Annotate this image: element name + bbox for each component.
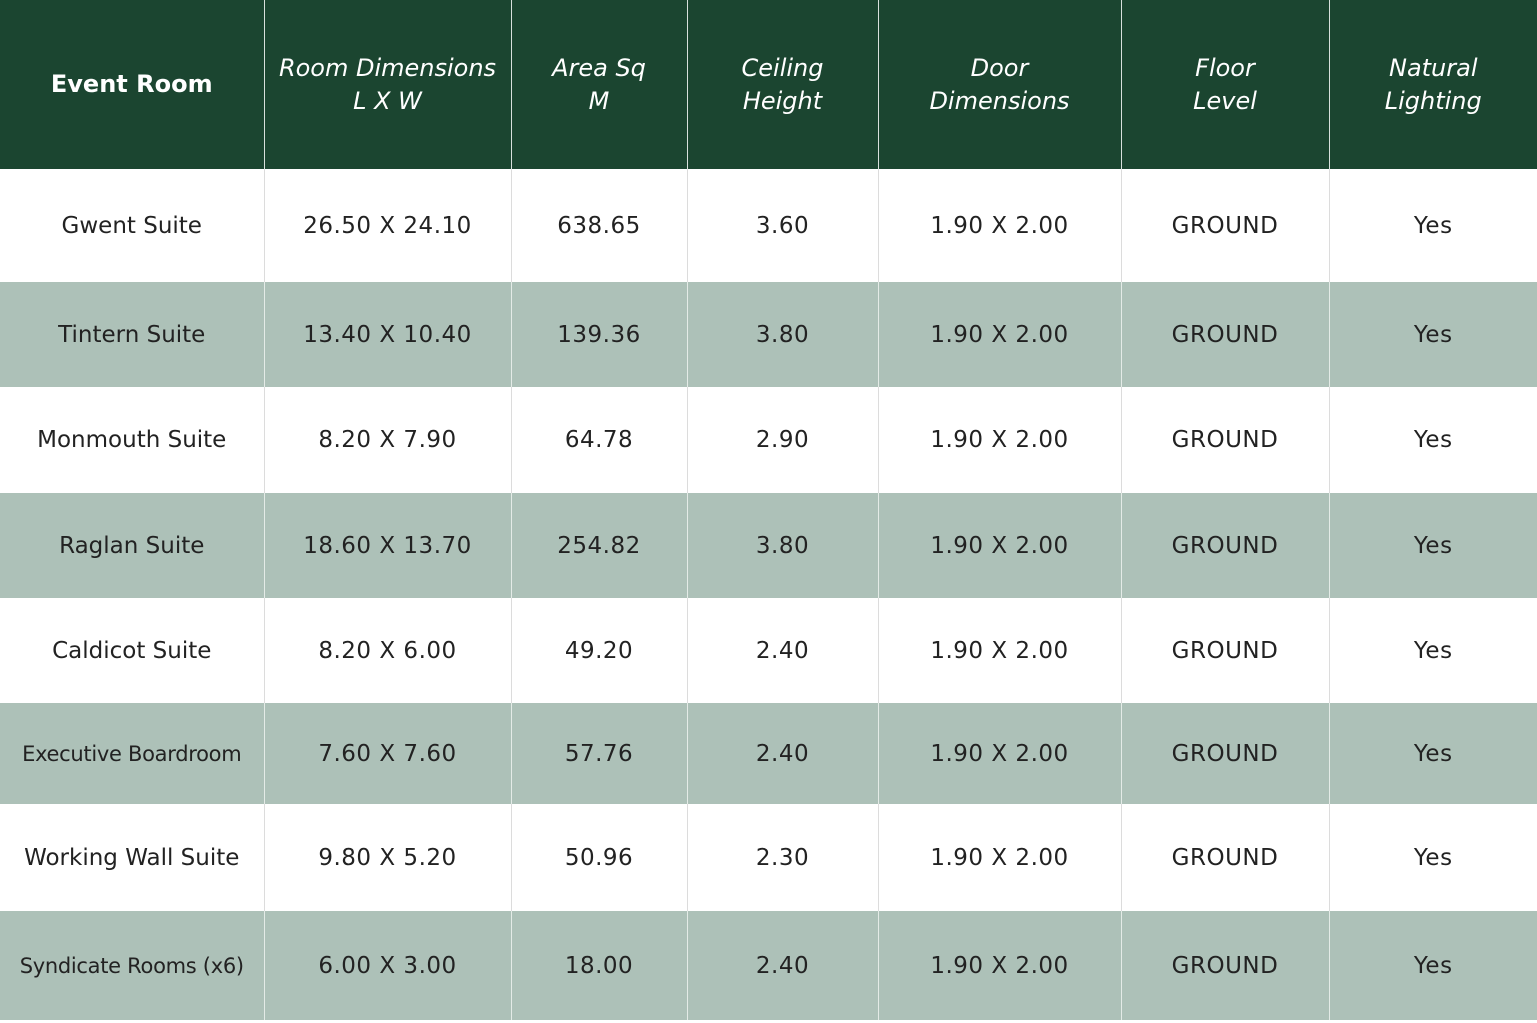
area-cell: 18.00 bbox=[510, 911, 687, 1020]
ceiling-height-cell: 3.60 bbox=[686, 169, 878, 282]
header-line: Height bbox=[742, 86, 823, 115]
header-line: Door bbox=[970, 53, 1029, 82]
natural-lighting-cell: Yes bbox=[1328, 703, 1537, 804]
door-dimensions-cell: 1.90 X 2.00 bbox=[877, 598, 1121, 703]
header-door-dimensions: Door Dimensions bbox=[877, 0, 1121, 169]
door-dimensions-cell: 1.90 X 2.00 bbox=[877, 387, 1121, 493]
header-area: Area Sq M bbox=[510, 0, 687, 169]
room-dimensions-cell: 13.40 X 10.40 bbox=[263, 282, 511, 387]
table-row: Working Wall Suite 9.80 X 5.20 50.96 2.3… bbox=[0, 804, 1537, 911]
natural-lighting-cell: Yes bbox=[1328, 598, 1537, 703]
header-line: M bbox=[588, 86, 610, 115]
room-dimensions-cell: 6.00 X 3.00 bbox=[263, 911, 511, 1020]
room-dimensions-cell: 8.20 X 6.00 bbox=[263, 598, 511, 703]
table-row: Syndicate Rooms (x6) 6.00 X 3.00 18.00 2… bbox=[0, 911, 1537, 1020]
floor-level-cell: GROUND bbox=[1120, 493, 1329, 598]
room-name-cell: Tintern Suite bbox=[0, 282, 264, 387]
natural-lighting-cell: Yes bbox=[1328, 282, 1537, 387]
header-line: Room Dimensions bbox=[278, 53, 497, 82]
natural-lighting-cell: Yes bbox=[1328, 387, 1537, 493]
area-cell: 57.76 bbox=[510, 703, 687, 804]
ceiling-height-cell: 2.30 bbox=[686, 804, 878, 911]
header-line: Natural bbox=[1388, 53, 1478, 82]
floor-level-cell: GROUND bbox=[1120, 911, 1329, 1020]
room-dimensions-cell: 8.20 X 7.90 bbox=[263, 387, 511, 493]
table-row: Raglan Suite 18.60 X 13.70 254.82 3.80 1… bbox=[0, 493, 1537, 598]
header-line: Lighting bbox=[1384, 86, 1482, 115]
ceiling-height-cell: 3.80 bbox=[686, 282, 878, 387]
room-name-cell: Working Wall Suite bbox=[0, 804, 264, 911]
door-dimensions-cell: 1.90 X 2.00 bbox=[877, 804, 1121, 911]
header-floor-level: Floor Level bbox=[1120, 0, 1329, 169]
area-cell: 139.36 bbox=[510, 282, 687, 387]
area-cell: 49.20 bbox=[510, 598, 687, 703]
table-row: Executive Boardroom 7.60 X 7.60 57.76 2.… bbox=[0, 703, 1537, 804]
natural-lighting-cell: Yes bbox=[1328, 804, 1537, 911]
door-dimensions-cell: 1.90 X 2.00 bbox=[877, 282, 1121, 387]
header-room-dimensions: Room Dimensions L X W bbox=[263, 0, 511, 169]
natural-lighting-cell: Yes bbox=[1328, 169, 1537, 282]
room-name-cell: Monmouth Suite bbox=[0, 387, 264, 493]
table-row: Tintern Suite 13.40 X 10.40 139.36 3.80 … bbox=[0, 282, 1537, 387]
area-cell: 64.78 bbox=[510, 387, 687, 493]
ceiling-height-cell: 3.80 bbox=[686, 493, 878, 598]
header-line: Level bbox=[1193, 86, 1257, 115]
room-name-cell: Executive Boardroom bbox=[0, 703, 264, 804]
door-dimensions-cell: 1.90 X 2.00 bbox=[877, 703, 1121, 804]
room-name-cell: Raglan Suite bbox=[0, 493, 264, 598]
floor-level-cell: GROUND bbox=[1120, 598, 1329, 703]
room-dimensions-cell: 26.50 X 24.10 bbox=[263, 169, 511, 282]
header-natural-lighting: Natural Lighting bbox=[1328, 0, 1537, 169]
event-room-table: Event Room Room Dimensions L X W Area Sq… bbox=[0, 0, 1537, 1020]
header-event-room: Event Room bbox=[0, 0, 264, 169]
table-row: Caldicot Suite 8.20 X 6.00 49.20 2.40 1.… bbox=[0, 598, 1537, 703]
header-line: Area Sq bbox=[552, 53, 646, 82]
area-cell: 638.65 bbox=[510, 169, 687, 282]
area-cell: 254.82 bbox=[510, 493, 687, 598]
ceiling-height-cell: 2.90 bbox=[686, 387, 878, 493]
door-dimensions-cell: 1.90 X 2.00 bbox=[877, 493, 1121, 598]
header-row: Event Room Room Dimensions L X W Area Sq… bbox=[0, 0, 1537, 169]
table-row: Monmouth Suite 8.20 X 7.90 64.78 2.90 1.… bbox=[0, 387, 1537, 493]
ceiling-height-cell: 2.40 bbox=[686, 911, 878, 1020]
floor-level-cell: GROUND bbox=[1120, 169, 1329, 282]
door-dimensions-cell: 1.90 X 2.00 bbox=[877, 911, 1121, 1020]
room-name-cell: Syndicate Rooms (x6) bbox=[0, 911, 264, 1020]
header-line: Dimensions bbox=[929, 86, 1070, 115]
header-line: Floor bbox=[1195, 53, 1255, 82]
door-dimensions-cell: 1.90 X 2.00 bbox=[877, 169, 1121, 282]
natural-lighting-cell: Yes bbox=[1328, 493, 1537, 598]
room-name-cell: Caldicot Suite bbox=[0, 598, 264, 703]
room-dimensions-cell: 18.60 X 13.70 bbox=[263, 493, 511, 598]
table-row: Gwent Suite 26.50 X 24.10 638.65 3.60 1.… bbox=[0, 169, 1537, 282]
floor-level-cell: GROUND bbox=[1120, 703, 1329, 804]
header-line: Ceiling bbox=[741, 53, 824, 82]
floor-level-cell: GROUND bbox=[1120, 387, 1329, 493]
header-ceiling-height: Ceiling Height bbox=[686, 0, 878, 169]
ceiling-height-cell: 2.40 bbox=[686, 703, 878, 804]
natural-lighting-cell: Yes bbox=[1328, 911, 1537, 1020]
header-line: Event Room bbox=[50, 70, 213, 98]
room-dimensions-cell: 9.80 X 5.20 bbox=[263, 804, 511, 911]
room-dimensions-cell: 7.60 X 7.60 bbox=[263, 703, 511, 804]
header-line: L X W bbox=[353, 86, 422, 115]
floor-level-cell: GROUND bbox=[1120, 804, 1329, 911]
area-cell: 50.96 bbox=[510, 804, 687, 911]
room-name-cell: Gwent Suite bbox=[0, 169, 264, 282]
ceiling-height-cell: 2.40 bbox=[686, 598, 878, 703]
floor-level-cell: GROUND bbox=[1120, 282, 1329, 387]
